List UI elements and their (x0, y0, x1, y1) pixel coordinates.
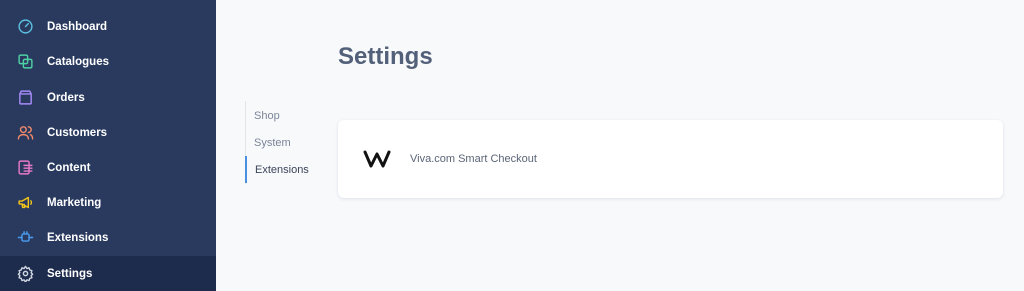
subnav-item-system[interactable]: System (245, 129, 325, 156)
plug-icon (17, 229, 34, 246)
content-list-icon (17, 159, 34, 176)
dashboard-gauge-icon (17, 18, 34, 35)
users-icon (17, 124, 34, 141)
sidebar-item-label: Orders (47, 91, 85, 104)
megaphone-icon (17, 194, 34, 211)
page-title: Settings (338, 43, 433, 70)
sidebar-item-label: Catalogues (47, 55, 109, 68)
sidebar: Dashboard Catalogues Orders Customers Co… (0, 0, 216, 291)
sidebar-item-dashboard[interactable]: Dashboard (0, 9, 216, 44)
sidebar-item-label: Dashboard (47, 20, 108, 33)
sidebar-item-content[interactable]: Content (0, 150, 216, 185)
shopping-bag-icon (17, 89, 34, 106)
sidebar-item-catalogues[interactable]: Catalogues (0, 44, 216, 79)
catalogue-copy-icon (17, 53, 34, 70)
sidebar-item-customers[interactable]: Customers (0, 115, 216, 150)
extension-card[interactable]: Viva.com Smart Checkout (338, 120, 1003, 198)
settings-subnav: Shop System Extensions (245, 101, 325, 184)
sidebar-item-settings[interactable]: Settings (0, 256, 216, 291)
sidebar-item-marketing[interactable]: Marketing (0, 185, 216, 220)
subnav-item-extensions[interactable]: Extensions (245, 156, 325, 183)
sidebar-item-label: Extensions (47, 231, 109, 244)
sidebar-item-label: Marketing (47, 196, 102, 209)
sidebar-item-label: Content (47, 161, 91, 174)
sidebar-item-extensions[interactable]: Extensions (0, 220, 216, 255)
viva-logo-icon (363, 148, 391, 170)
subnav-item-shop[interactable]: Shop (245, 102, 325, 129)
extension-name: Viva.com Smart Checkout (410, 153, 537, 165)
sidebar-item-label: Customers (47, 126, 108, 139)
gear-icon (17, 265, 34, 282)
sidebar-item-label: Settings (47, 267, 93, 280)
sidebar-item-orders[interactable]: Orders (0, 80, 216, 115)
